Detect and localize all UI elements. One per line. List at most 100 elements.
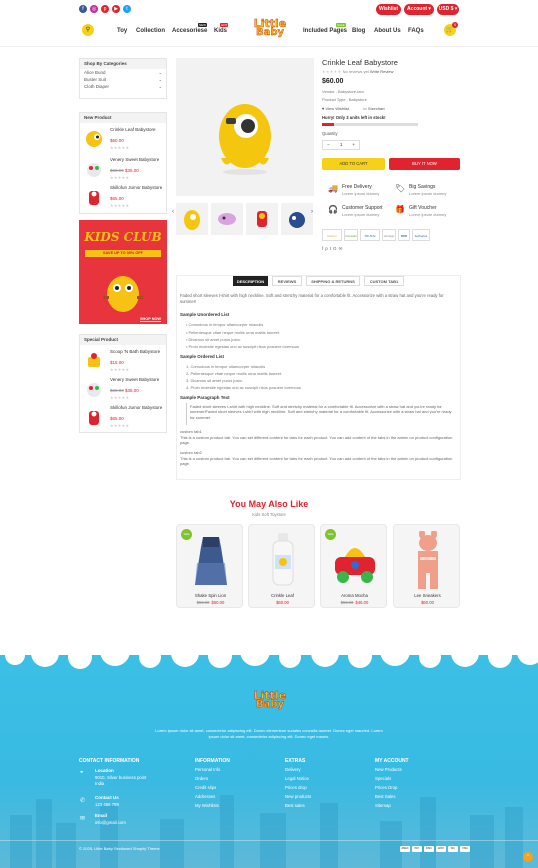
hot-badge: HOT (220, 23, 229, 27)
account-button[interactable]: Account ▾ (404, 4, 434, 15)
email-text[interactable]: info@gmail.com (95, 820, 126, 825)
category-item[interactable]: Cloth Diaper ⌄ (80, 83, 166, 90)
footer-link[interactable]: Sitemap (375, 803, 391, 808)
discover-icon: DISC (424, 846, 434, 852)
view-wishlist-link[interactable]: ♥ View Wishlist (322, 106, 349, 111)
footer-link[interactable]: Delivery (285, 767, 301, 772)
product-main-image[interactable] (176, 58, 314, 196)
footer-link[interactable]: New Products (375, 767, 402, 772)
qty-plus-button[interactable]: + (352, 141, 355, 149)
product-image (195, 537, 227, 585)
add-to-cart-button[interactable]: ADD TO CART (322, 158, 385, 170)
tab-shipping[interactable]: SHIPPING & RETURNS (306, 276, 360, 286)
quantity-stepper[interactable]: − 1 + (322, 140, 360, 150)
footer-link[interactable]: Legal Notice (285, 776, 309, 781)
list-item[interactable]: Venery Sweet Babystore $38.00 $35.00 ★★★… (82, 157, 166, 187)
gpay-icon: GPAY (436, 846, 446, 852)
back-to-top-button[interactable]: ⌃ (523, 852, 533, 862)
ordered-heading: Sample Ordered List (180, 354, 225, 359)
nav-accesoriese[interactable]: Accesoriese (172, 28, 207, 34)
product-thumb[interactable] (281, 203, 313, 235)
rating-stars: ★★★★★ (110, 395, 130, 400)
product-thumb[interactable] (176, 203, 208, 235)
share-icons: fptG✉ (322, 246, 344, 252)
product-thumb (82, 405, 106, 429)
product-name: Shake Spin Lion (194, 593, 227, 598)
category-item[interactable]: Buster Suit ⌄ (80, 76, 166, 83)
trust-badge-comodo: Comodo (344, 229, 358, 241)
size-chart-link[interactable]: ▭ Sizechart (363, 106, 385, 111)
footer-link[interactable]: Prices drop (285, 785, 307, 790)
product-thumb[interactable] (246, 203, 278, 235)
buy-now-button[interactable]: BUY IT NOW (389, 158, 460, 170)
product-thumb[interactable] (211, 203, 243, 235)
nav-toy[interactable]: Toy (117, 28, 127, 34)
currency-select[interactable]: USD $ ▾ (437, 4, 459, 15)
shop-now-link[interactable]: SHOP NOW (140, 317, 161, 321)
sale-badge: SALE (336, 23, 346, 27)
footer-link[interactable]: Personal Info (195, 767, 220, 772)
product-card[interactable]: Sale Aroma Mocha $55.00 $45.00 (320, 524, 387, 608)
category-item[interactable]: Alice Bund ⌄ (80, 69, 166, 76)
facebook-icon[interactable]: f (79, 5, 87, 13)
stock-message: Hurry! Only 3 units left in stock! (322, 115, 386, 120)
email-icon[interactable]: ✉ (339, 246, 345, 251)
heart-icon: ♥ (322, 106, 325, 111)
tab-custom[interactable]: CUSTOM TAB1 (364, 276, 404, 286)
footer-link[interactable]: Credit slips (195, 785, 216, 790)
product-card[interactable]: Sale Shake Spin Lion $55.00 $50.00 (176, 524, 243, 608)
list-item[interactable]: Scoop 'N Bath Babystore $15.00 ★★★★★ (82, 349, 166, 379)
list-item[interactable]: Skillofun Jumor Babystore $65.00 ★★★★★ (82, 405, 166, 435)
categories-box: Shop By Categories Alice Bund ⌄ Buster Su… (79, 58, 167, 99)
list-item[interactable]: Venery Sweet Babystore $38.00 $35.00 ★★★… (82, 377, 166, 407)
custom-tab1-title: custom tab1 (180, 429, 202, 434)
footer-link[interactable]: Best Sales (375, 794, 396, 799)
footer-link[interactable]: Specials (375, 776, 391, 781)
list-item[interactable]: Crinkle Leaf Babystore $60.00 ★★★★★ (82, 127, 166, 157)
cart-count: 0 (452, 22, 458, 28)
thumb-next-icon[interactable]: › (311, 209, 313, 215)
trust-badge-truste: TRUSTe (360, 229, 380, 241)
footer-link[interactable]: Addresses (195, 794, 215, 799)
related-subtitle: Kids Soft Toystore (252, 512, 286, 517)
list-item[interactable]: Skillofun Jumor Babystore $65.00 ★★★★★ (82, 185, 166, 215)
twitter-icon[interactable]: t (123, 5, 131, 13)
cloud-border (0, 645, 538, 669)
nav-blog[interactable]: Blog (352, 28, 365, 34)
tab-description[interactable]: DESCRIPTION (233, 276, 268, 286)
nav-collection[interactable]: Collection (136, 28, 165, 34)
nav-included-pages[interactable]: Included Pages (303, 28, 347, 34)
instagram-icon[interactable]: ◎ (90, 5, 98, 13)
youtube-icon[interactable]: ▶ (112, 5, 120, 13)
logo[interactable]: Little Baby (244, 18, 296, 38)
product-card[interactable]: Crinkle Leaf $60.00 (248, 524, 315, 608)
reviews-count: No reviews yet (342, 69, 369, 74)
nav-about-us[interactable]: About Us (374, 28, 401, 34)
product-price: $60.00 (110, 138, 124, 143)
phone-text[interactable]: 123 456 789 (95, 802, 119, 807)
search-icon[interactable]: ⚲ (82, 24, 94, 36)
footer-link[interactable]: Best sales (285, 803, 305, 808)
pinterest-icon[interactable]: p (101, 5, 109, 13)
product-card[interactable]: Lee Sneakers $60.00 (393, 524, 460, 608)
product-type: Product Type : Babystore (322, 97, 367, 102)
product-thumb (82, 349, 106, 373)
wishlist-button[interactable]: Wishlist (376, 4, 401, 15)
thumb-prev-icon[interactable]: ‹ (172, 209, 174, 215)
footer-link[interactable]: Prices Drop (375, 785, 397, 790)
footer-link[interactable]: My Wishlists (195, 803, 219, 808)
paragraph-text: Faded short sleeves t-shirt with high ne… (190, 404, 452, 420)
kids-club-banner[interactable]: KIDS CLUB SAVE UP TO 35% OFF SHOP NOW (79, 220, 167, 324)
contact-heading: CONTACT INFORMATION (79, 758, 140, 764)
truck-icon: 🚚 (328, 184, 338, 193)
product-name: Lee Sneakers (414, 593, 441, 598)
footer-link[interactable]: Orders (195, 776, 208, 781)
write-review-link[interactable]: Write Review (370, 69, 394, 74)
footer-link[interactable]: New products (285, 794, 311, 799)
qty-minus-button[interactable]: − (327, 141, 330, 149)
footer-logo[interactable]: Little Baby (244, 690, 296, 710)
nav-faqs[interactable]: FAQs (408, 28, 424, 34)
chevron-down-icon: ⌄ (158, 70, 162, 75)
tab-reviews[interactable]: REVIEWS (272, 276, 302, 286)
nav-kids[interactable]: Kids (214, 28, 227, 34)
